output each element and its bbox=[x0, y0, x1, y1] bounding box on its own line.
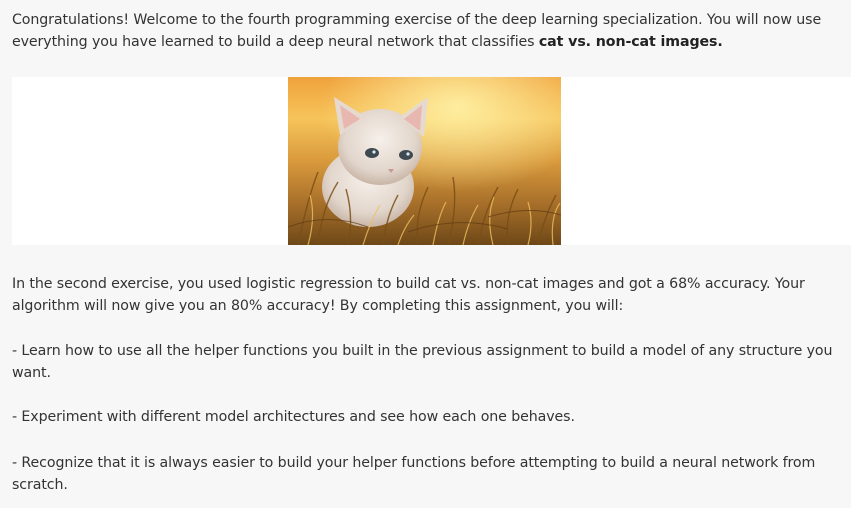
image-container bbox=[12, 77, 851, 245]
intro-bold-text: cat vs. non-cat images. bbox=[538, 34, 723, 50]
paragraph-second-exercise: In the second exercise, you used logisti… bbox=[12, 276, 805, 314]
bullet-item-1: - Learn how to use all the helper functi… bbox=[12, 343, 833, 381]
bullet-item-3: - Recognize that it is always easier to … bbox=[12, 455, 816, 493]
intro-paragraph: Congratulations! Welcome to the fourth p… bbox=[12, 9, 848, 53]
markdown-cell: Congratulations! Welcome to the fourth p… bbox=[0, 0, 851, 508]
bullet-item-2: - Experiment with different model archit… bbox=[12, 409, 575, 425]
kitten-image bbox=[288, 77, 561, 245]
